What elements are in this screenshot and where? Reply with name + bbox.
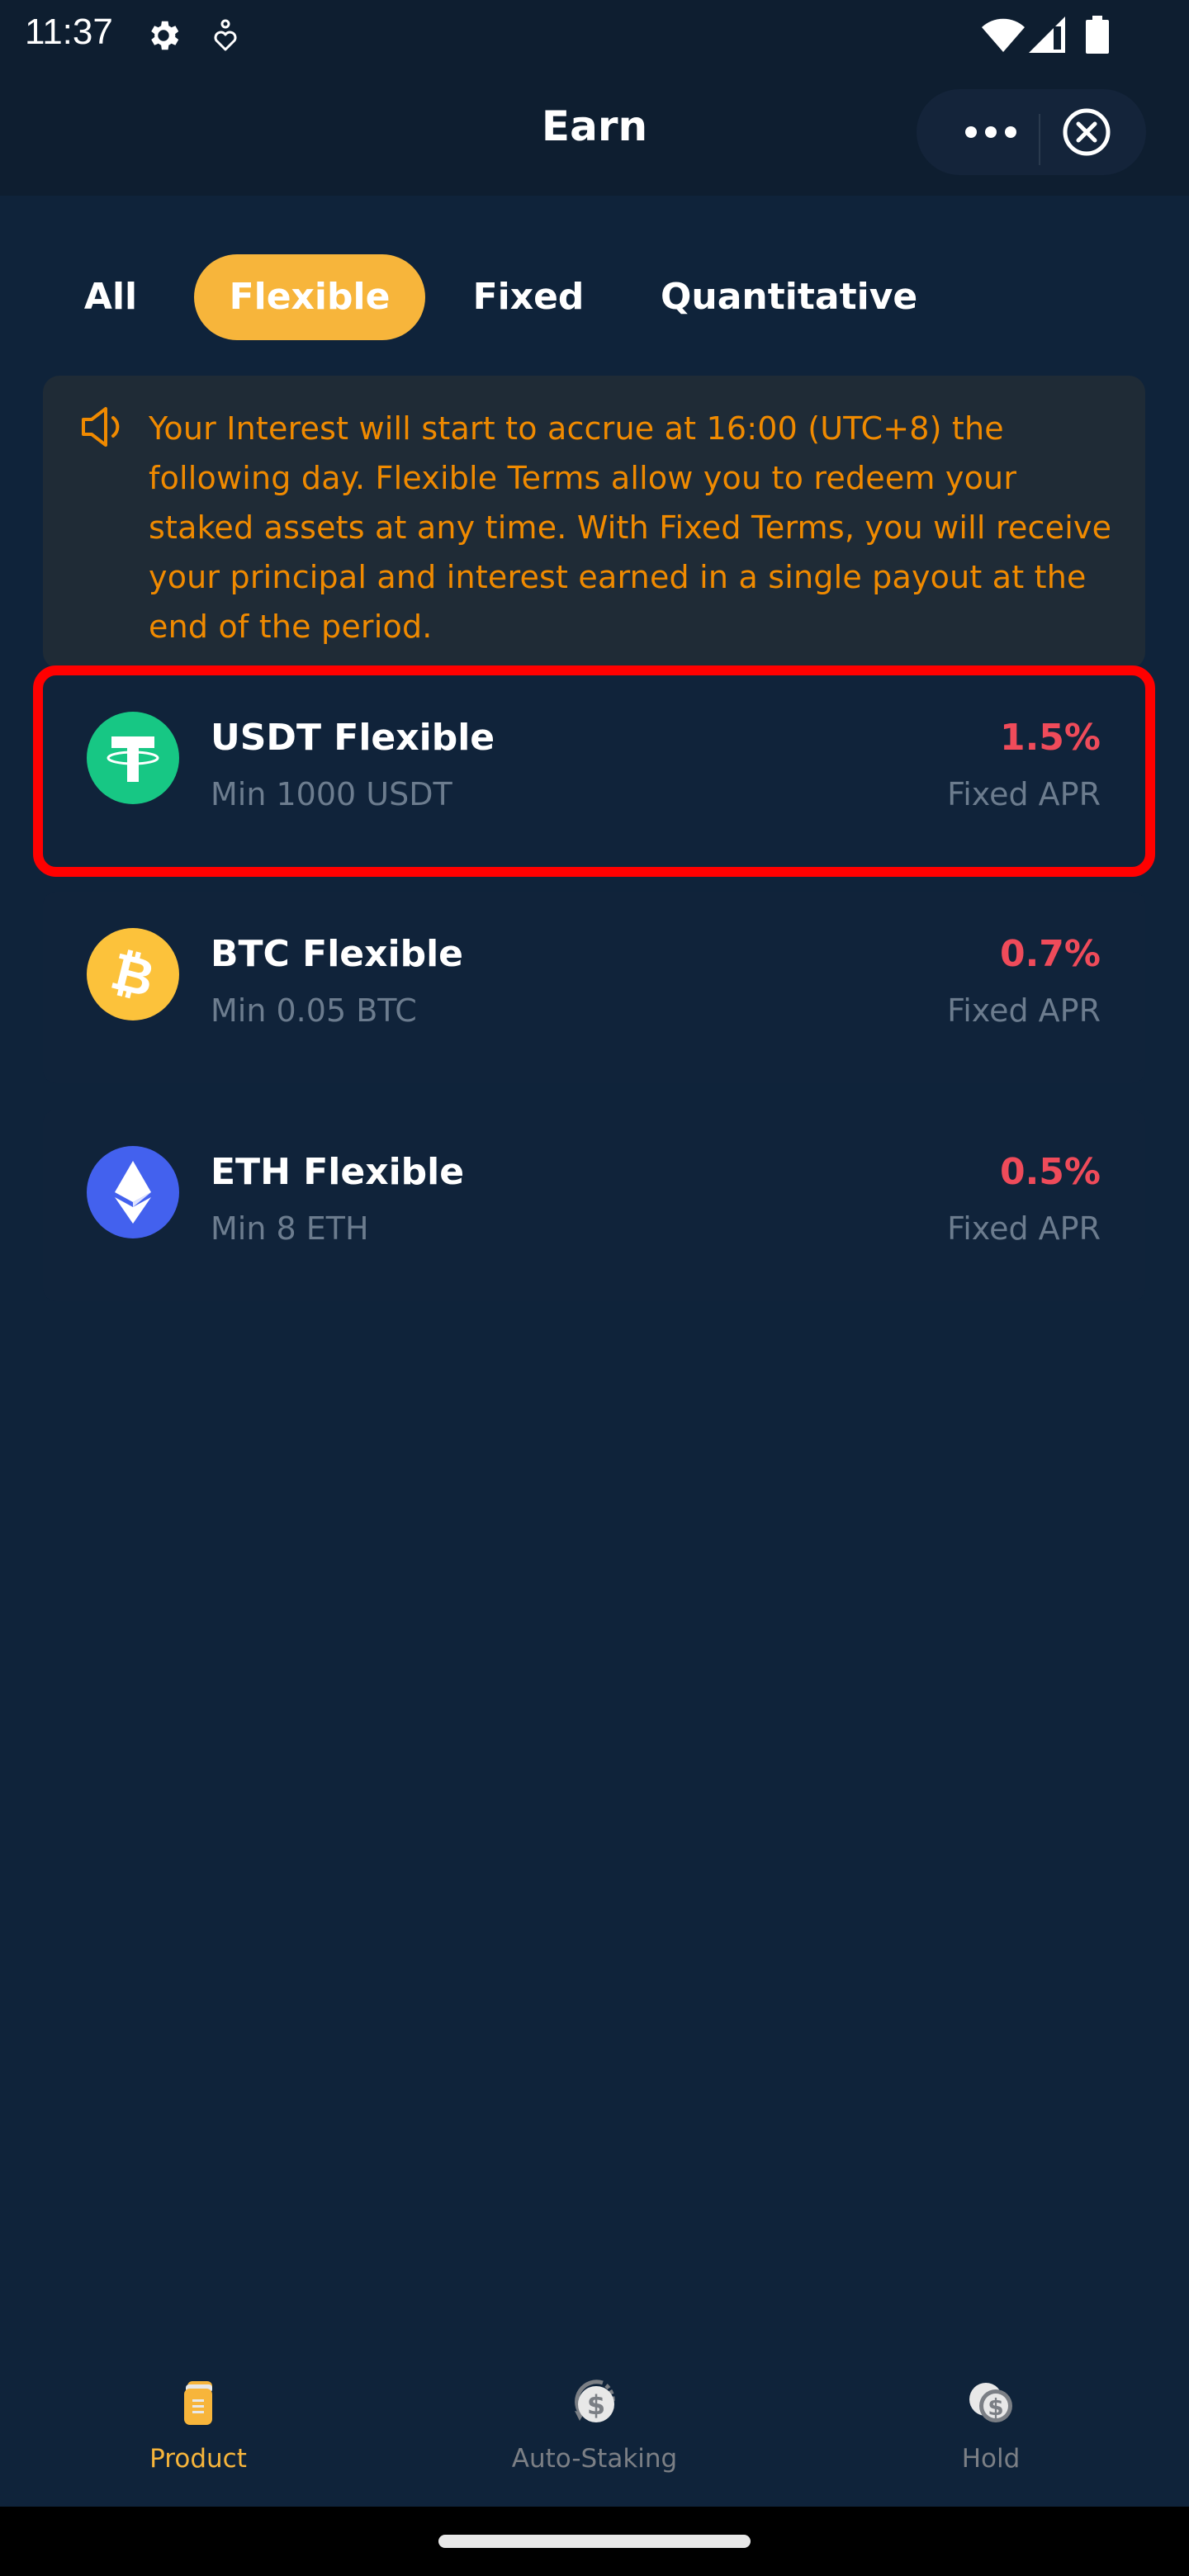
header: Earn <box>0 66 1189 196</box>
tab-all[interactable]: All <box>68 254 154 340</box>
gear-icon <box>144 17 182 54</box>
hold-coins-icon: $ <box>969 2383 1012 2422</box>
nav-label: Auto-Staking <box>511 2444 678 2474</box>
more-dots-icon <box>965 126 977 138</box>
category-tabs: All Flexible Fixed Quantitative <box>0 254 1189 340</box>
wifi-icon <box>981 16 1026 52</box>
product-row-eth[interactable]: ETH Flexible Min 8 ETH 0.5% Fixed APR <box>43 1110 1145 1301</box>
more-button[interactable] <box>950 107 1032 157</box>
product-name: USDT Flexible <box>211 717 495 759</box>
capsule-divider <box>1039 114 1040 165</box>
svg-text:$: $ <box>587 2389 605 2421</box>
status-bar: 11:37 <box>0 0 1189 66</box>
system-navigation-bar <box>0 2507 1189 2576</box>
tab-fixed[interactable]: Fixed <box>462 254 594 340</box>
more-dot <box>985 126 997 138</box>
product-rate-label: Fixed APR <box>947 1210 1101 1247</box>
nav-label: Product <box>149 2444 247 2474</box>
product-min-amount: Min 1000 USDT <box>211 776 452 812</box>
tether-icon <box>87 712 179 804</box>
nav-item-hold[interactable]: $ Hold <box>793 2345 1189 2507</box>
product-rate-label: Fixed APR <box>947 992 1101 1029</box>
close-circle-icon <box>1063 108 1111 156</box>
product-rate-label: Fixed APR <box>947 776 1101 812</box>
product-min-amount: Min 0.05 BTC <box>211 992 417 1029</box>
accessibility-icon <box>213 18 238 53</box>
product-folder-icon <box>184 2381 212 2425</box>
product-min-amount: Min 8 ETH <box>211 1210 369 1247</box>
cellular-signal-icon <box>1029 17 1065 53</box>
product-row-btc[interactable]: ₿ BTC Flexible Min 0.05 BTC 0.7% Fixed A… <box>43 892 1145 1083</box>
product-name: ETH Flexible <box>211 1151 465 1193</box>
product-name: BTC Flexible <box>211 933 464 975</box>
nav-item-auto-staking[interactable]: $ Auto-Staking <box>396 2345 793 2507</box>
ethereum-icon <box>87 1146 179 1238</box>
speaker-icon <box>82 407 120 447</box>
battery-icon <box>1086 16 1109 54</box>
interest-notice: Your Interest will start to accrue at 16… <box>43 376 1145 669</box>
status-time: 11:37 <box>25 12 113 52</box>
product-row-usdt[interactable]: USDT Flexible Min 1000 USDT 1.5% Fixed A… <box>33 665 1155 877</box>
notice-text: Your Interest will start to accrue at 16… <box>149 410 1112 645</box>
auto-staking-coin-icon: $ <box>575 2379 615 2422</box>
close-button[interactable] <box>1062 107 1111 157</box>
home-gesture-handle[interactable] <box>438 2535 751 2548</box>
product-rate: 0.5% <box>999 1151 1101 1193</box>
nav-item-product[interactable]: Product <box>0 2345 396 2507</box>
nav-label: Hold <box>961 2444 1021 2474</box>
svg-text:$: $ <box>988 2394 1003 2421</box>
tab-quantitative[interactable]: Quantitative <box>661 254 917 340</box>
product-rate: 1.5% <box>999 717 1101 759</box>
bitcoin-icon: ₿ <box>87 928 179 1020</box>
product-rate: 0.7% <box>999 933 1101 975</box>
tab-flexible[interactable]: Flexible <box>194 254 425 340</box>
more-dot <box>1005 126 1016 138</box>
bottom-nav: Product $ Auto-Staking $ Hold <box>0 2345 1189 2507</box>
mini-program-capsule <box>917 89 1146 175</box>
